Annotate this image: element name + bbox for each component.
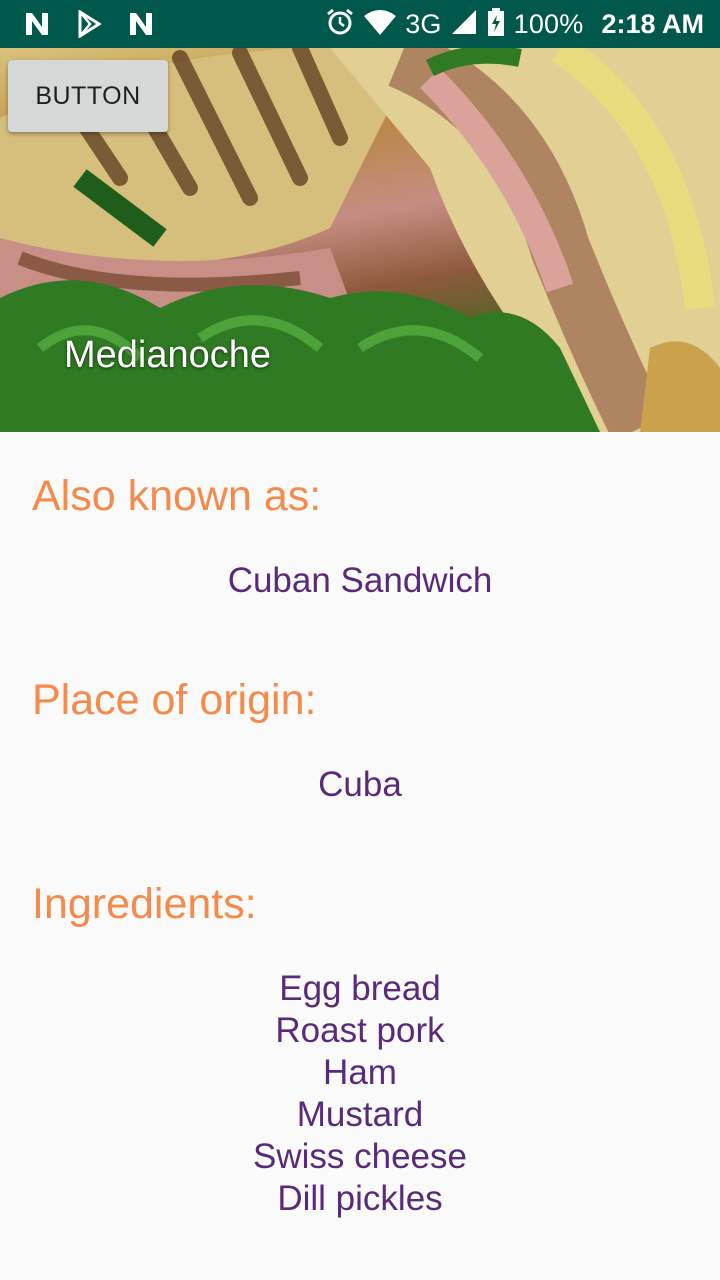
clock: 2:18 AM	[601, 8, 704, 39]
aka-value: Cuban Sandwich	[227, 561, 493, 600]
ingredient-item: Swiss cheese	[253, 1137, 467, 1176]
play-store-icon	[74, 9, 104, 39]
notification-icons	[0, 9, 156, 39]
wifi-icon	[363, 8, 397, 41]
network-type: 3G	[405, 8, 442, 39]
origin-value: Cuba	[318, 765, 402, 804]
system-status: 3G 100% 2:18 AM	[325, 0, 704, 48]
origin-heading: Place of origin:	[32, 676, 317, 724]
n-notification-icon	[22, 9, 52, 39]
dish-title: Medianoche	[64, 334, 272, 376]
aka-heading: Also known as:	[32, 472, 322, 520]
alarm-icon	[325, 7, 355, 42]
ingredient-item: Ham	[323, 1053, 397, 1092]
ingredient-item: Mustard	[296, 1095, 424, 1134]
ingredient-item: Egg bread	[279, 969, 441, 1008]
battery-charging-icon	[486, 7, 506, 42]
signal-icon	[450, 8, 478, 41]
action-button[interactable]: BUTTON	[8, 60, 168, 132]
ingredient-item: Dill pickles	[277, 1179, 443, 1218]
n-notification-icon	[126, 9, 156, 39]
status-bar: 3G 100% 2:18 AM	[0, 0, 720, 48]
ingredient-item: Roast pork	[275, 1011, 445, 1050]
ingredients-list: Egg bread Roast pork Ham Mustard Swiss c…	[0, 968, 720, 1220]
ingredients-heading: Ingredients:	[32, 880, 257, 928]
battery-percentage: 100%	[513, 8, 584, 39]
